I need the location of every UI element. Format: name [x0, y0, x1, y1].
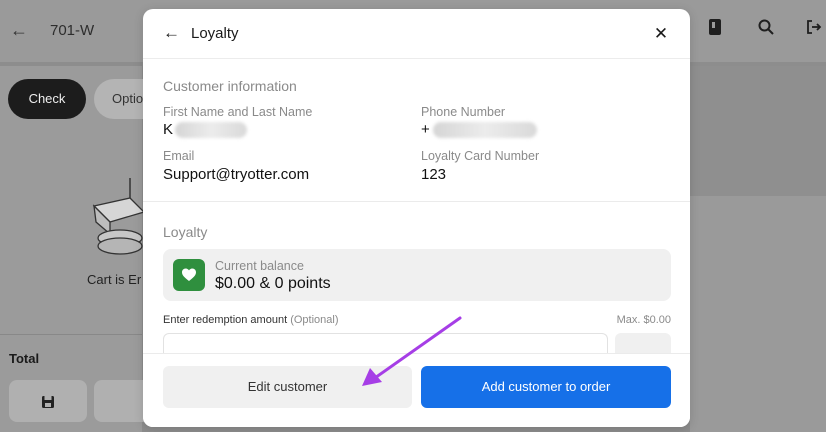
balance-label: Current balance [215, 259, 304, 273]
balance-value: $0.00 & 0 points [215, 275, 331, 292]
redemption-max: Max. $0.00 [616, 314, 671, 326]
customer-section-label: Customer information [163, 78, 297, 94]
phone-redacted [433, 122, 537, 138]
phone-label: Phone Number [421, 105, 506, 119]
loyalty-card-label: Loyalty Card Number [421, 149, 540, 163]
email-value: Support@tryotter.com [163, 166, 310, 183]
section-divider [143, 201, 690, 202]
cart-empty-text: Cart is Er [87, 272, 142, 287]
redemption-amount-input[interactable] [163, 333, 608, 353]
logout-icon[interactable] [802, 18, 826, 42]
name-value: K [163, 121, 174, 138]
redemption-optional: (Optional) [290, 314, 339, 326]
balance-card: Current balance $0.00 & 0 points [163, 249, 671, 301]
name-label: First Name and Last Name [163, 105, 313, 119]
redemption-label-text: Enter redemption amount [163, 314, 288, 326]
order-name: 701-W [50, 22, 95, 39]
tab-check[interactable]: Check [8, 79, 86, 119]
email-label: Email [163, 149, 195, 163]
total-label: Total [9, 351, 40, 366]
search-icon[interactable] [754, 18, 778, 42]
loyalty-section-label: Loyalty [163, 224, 208, 240]
modal-title: Loyalty [191, 25, 239, 42]
add-customer-to-order-button[interactable]: Add customer to order [421, 366, 671, 408]
redemption-apply-button[interactable] [615, 333, 671, 353]
edit-customer-button[interactable]: Edit customer [163, 366, 412, 408]
redemption-label: Enter redemption amount (Optional) [163, 314, 339, 326]
divider [0, 334, 142, 335]
close-icon[interactable]: ✕ [650, 23, 672, 45]
modal-header: ← Loyalty ✕ [143, 9, 690, 59]
name-redacted [175, 122, 247, 138]
modal-footer: Edit customer Add customer to order [143, 353, 690, 427]
device-icon[interactable] [703, 18, 727, 42]
save-button[interactable] [9, 380, 87, 422]
menu-card [690, 196, 826, 432]
phone-value: + [421, 121, 430, 138]
back-arrow-icon[interactable]: ← [10, 20, 30, 40]
secondary-action-button[interactable] [94, 380, 144, 422]
empty-cart-illustration [92, 178, 146, 255]
loyalty-card-value: 123 [421, 166, 447, 183]
heart-icon [173, 259, 205, 291]
back-arrow-icon[interactable]: ← [163, 23, 183, 43]
save-icon [42, 396, 54, 409]
loyalty-modal: ← Loyalty ✕ Customer information First N… [143, 9, 690, 427]
